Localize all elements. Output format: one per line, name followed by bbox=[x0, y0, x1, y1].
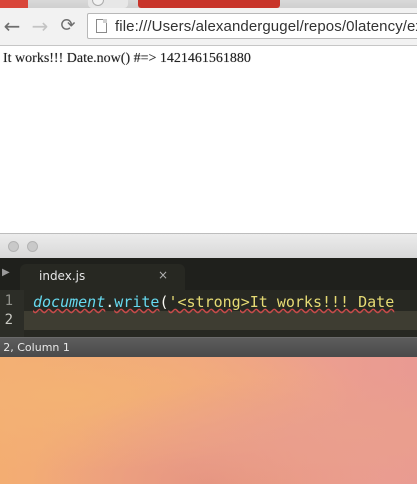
browser-tab-strip bbox=[0, 0, 417, 8]
line-number: 2 bbox=[4, 312, 13, 328]
browser-tab-left[interactable] bbox=[0, 0, 28, 8]
status-bar: e 2, Column 1 bbox=[0, 337, 417, 357]
line-number: 1 bbox=[4, 293, 13, 309]
code-editor[interactable]: 1 2 document.write('<strong>It works!!! … bbox=[0, 290, 417, 337]
page-icon bbox=[96, 19, 107, 33]
line-gutter: 1 2 bbox=[0, 290, 24, 337]
sidebar-toggle-icon[interactable]: ▶ bbox=[2, 267, 10, 278]
forward-arrow-icon[interactable]: → bbox=[30, 16, 50, 36]
code-token-method: write bbox=[114, 293, 160, 311]
code-line-1[interactable]: document.write('<strong>It works!!! Date bbox=[33, 293, 394, 311]
desktop-wallpaper bbox=[0, 357, 417, 484]
page-output-text: It works!!! Date.now() #=> 1421461561880 bbox=[3, 51, 251, 66]
close-icon[interactable]: × bbox=[158, 268, 168, 282]
url-text[interactable]: file:///Users/alexandergugel/repos/0late… bbox=[115, 18, 417, 35]
code-token-dot: . bbox=[105, 293, 115, 311]
tab-index-js[interactable]: index.js × bbox=[20, 264, 185, 290]
cursor-position-status: e 2, Column 1 bbox=[0, 341, 70, 354]
window-minimize-icon[interactable] bbox=[27, 241, 38, 252]
code-token-object: document bbox=[33, 293, 106, 311]
reload-icon[interactable]: ⟳ bbox=[58, 16, 78, 36]
editor-titlebar bbox=[0, 233, 417, 258]
current-line-highlight bbox=[24, 311, 417, 330]
back-arrow-icon[interactable]: ← bbox=[2, 16, 22, 36]
code-token-string: '<strong>It works!!! Date bbox=[168, 293, 395, 311]
editor-tab-bar: ▶ index.js × bbox=[0, 258, 417, 290]
editor-tab-label: index.js bbox=[39, 269, 86, 283]
window-close-icon[interactable] bbox=[8, 241, 19, 252]
page-viewport: It works!!! Date.now() #=> 1421461561880 bbox=[0, 47, 417, 233]
screen: ← → ⟳ file:///Users/alexandergugel/repos… bbox=[0, 0, 417, 484]
browser-tab-active[interactable] bbox=[138, 0, 280, 8]
address-bar[interactable]: file:///Users/alexandergugel/repos/0late… bbox=[87, 13, 417, 39]
